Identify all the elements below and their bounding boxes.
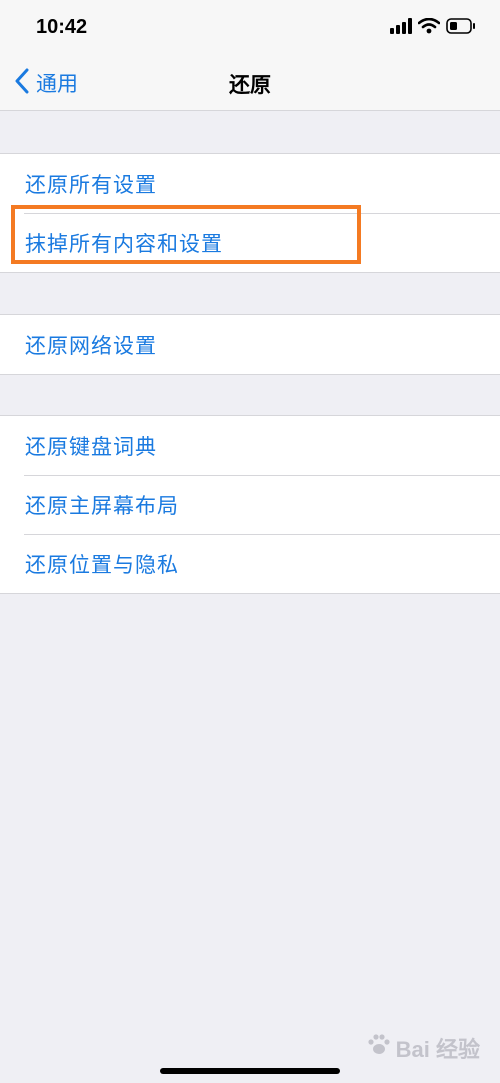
reset-network-settings-label: 还原网络设置 xyxy=(25,334,157,358)
reset-home-screen-layout-row[interactable]: 还原主屏幕布局 xyxy=(0,475,500,534)
paw-icon xyxy=(366,1032,392,1064)
reset-keyboard-dictionary-label: 还原键盘词典 xyxy=(25,435,157,459)
reset-group-3: 还原键盘词典 还原主屏幕布局 还原位置与隐私 xyxy=(0,415,500,594)
reset-home-screen-layout-label: 还原主屏幕布局 xyxy=(25,494,179,518)
reset-location-privacy-label: 还原位置与隐私 xyxy=(25,553,179,577)
reset-location-privacy-row[interactable]: 还原位置与隐私 xyxy=(0,534,500,593)
status-time: 10:42 xyxy=(36,16,88,38)
reset-keyboard-dictionary-row[interactable]: 还原键盘词典 xyxy=(0,416,500,475)
navigation-bar: 还原 通用 xyxy=(0,56,500,111)
back-button-label: 通用 xyxy=(36,72,78,96)
reset-all-settings-label: 还原所有设置 xyxy=(25,173,157,197)
reset-group-2: 还原网络设置 xyxy=(0,314,500,375)
wifi-icon xyxy=(417,17,441,38)
reset-network-settings-row[interactable]: 还原网络设置 xyxy=(0,315,500,374)
highlight-annotation-box xyxy=(11,205,361,264)
back-button[interactable]: 通用 xyxy=(14,68,78,98)
status-bar: 10:42 xyxy=(0,0,500,56)
battery-icon xyxy=(446,18,476,38)
watermark-logo: Bai 经验 xyxy=(366,1032,480,1064)
watermark-text: Bai 经验 xyxy=(395,1037,480,1062)
status-icons xyxy=(390,17,476,38)
chevron-left-icon xyxy=(14,68,30,98)
home-indicator[interactable] xyxy=(160,1068,340,1074)
cellular-signal-icon xyxy=(390,18,412,38)
